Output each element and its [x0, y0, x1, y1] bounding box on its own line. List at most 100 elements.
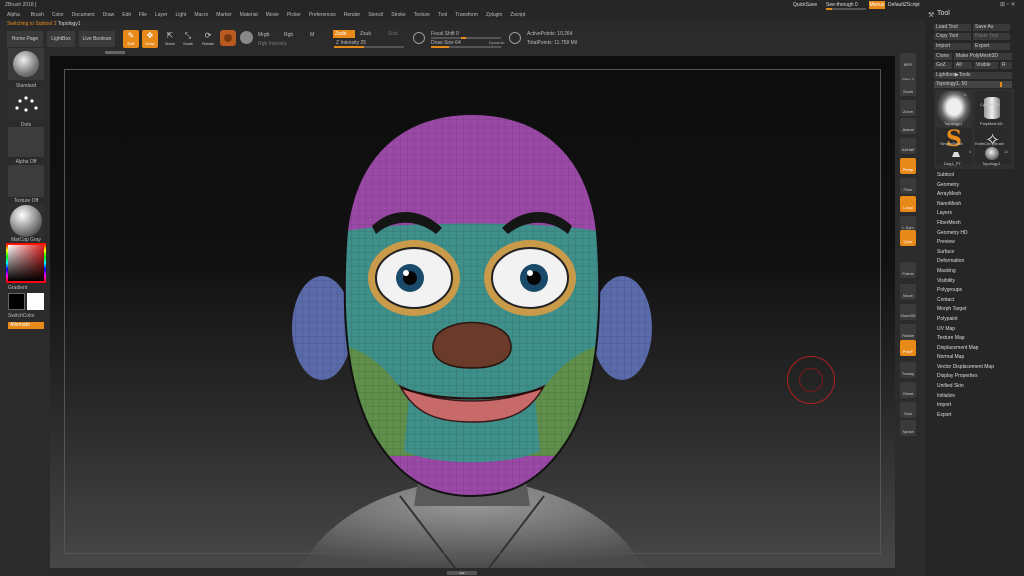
view-aahalf-button[interactable]: AAHalf: [900, 138, 916, 154]
menu-alpha[interactable]: Alpha: [7, 12, 20, 19]
edit-mode-button[interactable]: ✎ Edit: [123, 30, 139, 48]
rotate-mode-button[interactable]: ⟳ Rotate: [200, 30, 216, 48]
menu-texture[interactable]: Texture: [414, 12, 430, 19]
menu-stroke[interactable]: Stroke: [391, 12, 405, 19]
draw-mode-button[interactable]: ✥ Draw: [142, 30, 158, 48]
main-color-swatch[interactable]: [8, 293, 25, 310]
menu-marker[interactable]: Marker: [216, 12, 232, 19]
subpalette-geometry-hd[interactable]: Geometry HD: [937, 229, 994, 239]
menu-edit[interactable]: Edit: [122, 12, 131, 19]
subpalette-visibility[interactable]: Visibility: [937, 277, 994, 287]
dog-thumb-icon[interactable]: [950, 148, 962, 160]
menu-preferences[interactable]: Preferences: [309, 12, 336, 19]
gradient-toggle[interactable]: Gradient: [8, 285, 27, 291]
dynamic-toggle[interactable]: Dynamic: [489, 40, 505, 45]
subpalette-nanomesh[interactable]: NanoMesh: [937, 200, 994, 210]
zadd-toggle[interactable]: Zadd: [333, 30, 355, 38]
home-page-button[interactable]: Home Page: [7, 31, 43, 47]
subpalette-unified-skin[interactable]: Unified Skin: [937, 382, 994, 392]
menu-draw[interactable]: Draw: [103, 12, 115, 19]
menu-color[interactable]: Color: [52, 12, 64, 19]
menu-picker[interactable]: Picker: [287, 12, 301, 19]
menu-material[interactable]: Material: [240, 12, 258, 19]
view-xpose-button[interactable]: Xpose: [900, 420, 916, 436]
see-through-track[interactable]: [826, 8, 866, 10]
subpalette-fibermesh[interactable]: FiberMesh: [937, 219, 994, 229]
subpalette-polypaint[interactable]: Polypaint: [937, 315, 994, 325]
default-zscript-button[interactable]: DefaultZScript: [888, 2, 920, 8]
import-button[interactable]: Import: [934, 43, 971, 50]
menu-light[interactable]: Light: [175, 12, 186, 19]
menu-file[interactable]: File: [139, 12, 147, 19]
shelf-scroll-handle[interactable]: [105, 51, 125, 54]
quicksave-button[interactable]: QuickSave: [793, 2, 817, 8]
subpalette-preview[interactable]: Preview: [937, 238, 994, 248]
subpalette-display-properties[interactable]: Display Properties: [937, 372, 994, 382]
view-zoom-button[interactable]: Zoom: [900, 100, 916, 116]
view-qxyz-button[interactable]: Qxyz: [900, 230, 916, 246]
tool-palette-title[interactable]: Tool: [937, 10, 950, 17]
subpalette-subtool[interactable]: Subtool: [937, 171, 994, 181]
menu-stencil[interactable]: Stencil: [368, 12, 383, 19]
scale-mode-button[interactable]: ⤡ Scale: [180, 30, 196, 48]
rgb-intensity-slider[interactable]: Rgb Intensity: [258, 41, 287, 47]
subpalette-texture-map[interactable]: Texture Map: [937, 334, 994, 344]
menu-zplugin[interactable]: Zplugin: [486, 12, 502, 19]
view-rotate-button[interactable]: Rotate: [900, 324, 916, 340]
brush-preview-icon[interactable]: [240, 31, 253, 44]
rgb-toggle[interactable]: Rgb: [284, 32, 293, 38]
view-ghost-button[interactable]: Ghost: [900, 382, 916, 398]
subpalette-masking[interactable]: Masking: [937, 267, 994, 277]
view-scroll-button[interactable]: Scroll: [900, 80, 916, 96]
switch-color-button[interactable]: SwitchColor: [8, 313, 35, 319]
subpalette-import[interactable]: Import: [937, 401, 994, 411]
zcut-toggle[interactable]: Zcut: [388, 31, 398, 37]
zsub-toggle[interactable]: Zsub: [360, 31, 371, 37]
menus-button[interactable]: Menus: [869, 1, 885, 9]
subpalette-arraymesh[interactable]: ArrayMesh: [937, 190, 994, 200]
load-tool-button[interactable]: Load Tool: [934, 24, 971, 31]
subpalette-geometry[interactable]: Geometry: [937, 181, 994, 191]
make-polymesh-button[interactable]: Make PolyMesh3D: [954, 53, 1012, 60]
menu-movie[interactable]: Movie: [266, 12, 279, 19]
menu-zscript[interactable]: Zscript: [510, 12, 525, 19]
subpalette-deformation[interactable]: Deformation: [937, 257, 994, 267]
menu-transform[interactable]: Transform: [455, 12, 478, 19]
focal-shift-icon[interactable]: [413, 32, 425, 44]
copy-tool-button[interactable]: Copy Tool: [934, 33, 971, 40]
lightbox-tools-button[interactable]: Lightbox▶Tools: [934, 72, 1012, 79]
color-picker[interactable]: [8, 245, 44, 281]
view-move-button[interactable]: Move: [900, 284, 916, 300]
view-transp-button[interactable]: Transp: [900, 362, 916, 378]
view-frame-button[interactable]: Frame: [900, 262, 916, 278]
subpalette-uv-map[interactable]: UV Map: [937, 325, 994, 335]
menu-document[interactable]: Document: [72, 12, 95, 19]
subpalette-export[interactable]: Export: [937, 411, 994, 421]
view-persp-button[interactable]: Persp: [900, 158, 916, 174]
view-solo-button[interactable]: Solo: [900, 402, 916, 418]
subpalette-morph-target[interactable]: Morph Target: [937, 305, 994, 315]
live-boolean-button[interactable]: Live Boolean: [79, 31, 115, 47]
view-bpr-button[interactable]: BPR: [900, 53, 916, 69]
view-floor-button[interactable]: Floor: [900, 178, 916, 194]
paste-tool-button[interactable]: Paste Tool: [973, 33, 1010, 40]
all-button[interactable]: All: [954, 62, 972, 69]
menu-brush[interactable]: Brush: [31, 12, 44, 19]
window-controls-icon[interactable]: ⊞ ▫ ✕: [1000, 1, 1016, 8]
goz-button[interactable]: GoZ: [934, 62, 952, 69]
menu-macro[interactable]: Macro: [194, 12, 208, 19]
view-local-button[interactable]: Local: [900, 196, 916, 212]
alternate-button[interactable]: Alternate: [8, 322, 44, 329]
alpha-selector[interactable]: [8, 127, 44, 157]
menu-tool[interactable]: Tool: [438, 12, 447, 19]
menu-render[interactable]: Render: [344, 12, 360, 19]
menu-layer[interactable]: Layer: [155, 12, 168, 19]
clone-button[interactable]: Clone: [934, 53, 952, 60]
r-button[interactable]: R: [1000, 62, 1012, 69]
topology-thumb-icon[interactable]: [985, 147, 999, 160]
tool-slider-handle[interactable]: [1000, 82, 1002, 87]
subpalette-contact[interactable]: Contact: [937, 296, 994, 306]
view-zoom3d-button[interactable]: Zoom3D: [900, 304, 916, 320]
subpalette-layers[interactable]: Layers: [937, 209, 994, 219]
export-button[interactable]: Export: [973, 43, 1010, 50]
